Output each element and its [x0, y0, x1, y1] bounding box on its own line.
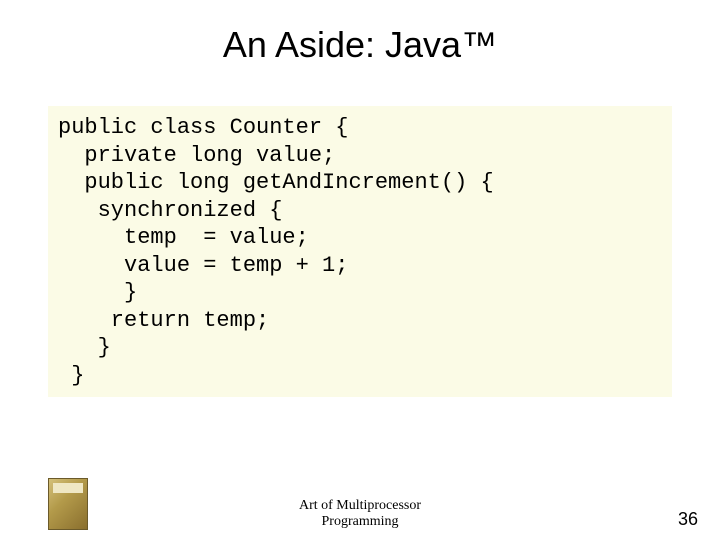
code-line: return temp; — [58, 307, 662, 335]
page-number: 36 — [678, 509, 698, 530]
code-line: private long value; — [58, 142, 662, 170]
slide-title: An Aside: Java™ — [0, 0, 720, 106]
code-line: public long getAndIncrement() { — [58, 169, 662, 197]
code-line: value = temp + 1; — [58, 252, 662, 280]
code-line: temp = value; — [58, 224, 662, 252]
code-block: public class Counter { private long valu… — [48, 106, 672, 397]
slide-footer: Art of Multiprocessor Programming 36 — [0, 478, 720, 530]
footer-caption-line2: Programming — [299, 514, 421, 530]
code-line: } — [58, 362, 662, 390]
code-line: } — [58, 334, 662, 362]
code-line: } — [58, 279, 662, 307]
book-cover-icon — [48, 478, 88, 530]
footer-caption-line1: Art of Multiprocessor — [299, 498, 421, 514]
code-line: public class Counter { — [58, 114, 662, 142]
footer-caption: Art of Multiprocessor Programming — [299, 498, 421, 530]
code-line: synchronized { — [58, 197, 662, 225]
